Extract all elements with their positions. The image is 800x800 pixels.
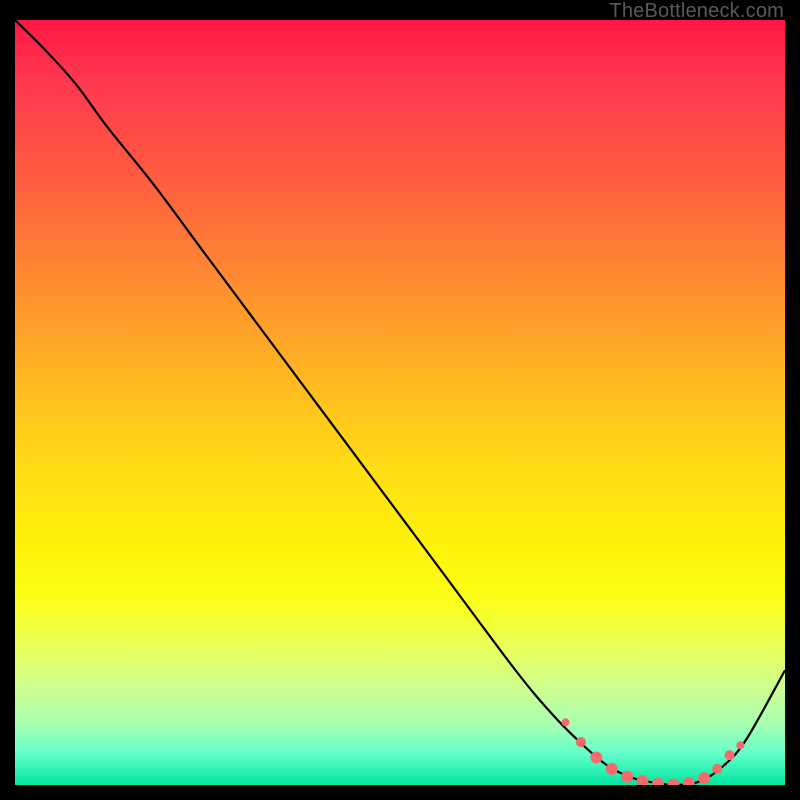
marker-dot xyxy=(667,779,679,785)
marker-dot xyxy=(590,751,602,763)
marker-dot xyxy=(652,778,664,785)
marker-dot xyxy=(637,775,649,785)
plot-area xyxy=(15,20,785,785)
marker-dot xyxy=(736,741,744,749)
marker-dot xyxy=(621,771,633,783)
marker-dot xyxy=(698,772,710,784)
chart-container: TheBottleneck.com xyxy=(0,0,800,800)
curve-svg xyxy=(15,20,785,785)
marker-dot xyxy=(683,777,695,785)
marker-dot xyxy=(562,718,570,726)
marker-dot xyxy=(725,750,735,760)
marker-dot xyxy=(712,764,722,774)
marker-dot xyxy=(576,737,586,747)
marker-dot xyxy=(606,763,618,775)
bottleneck-curve xyxy=(15,20,785,785)
